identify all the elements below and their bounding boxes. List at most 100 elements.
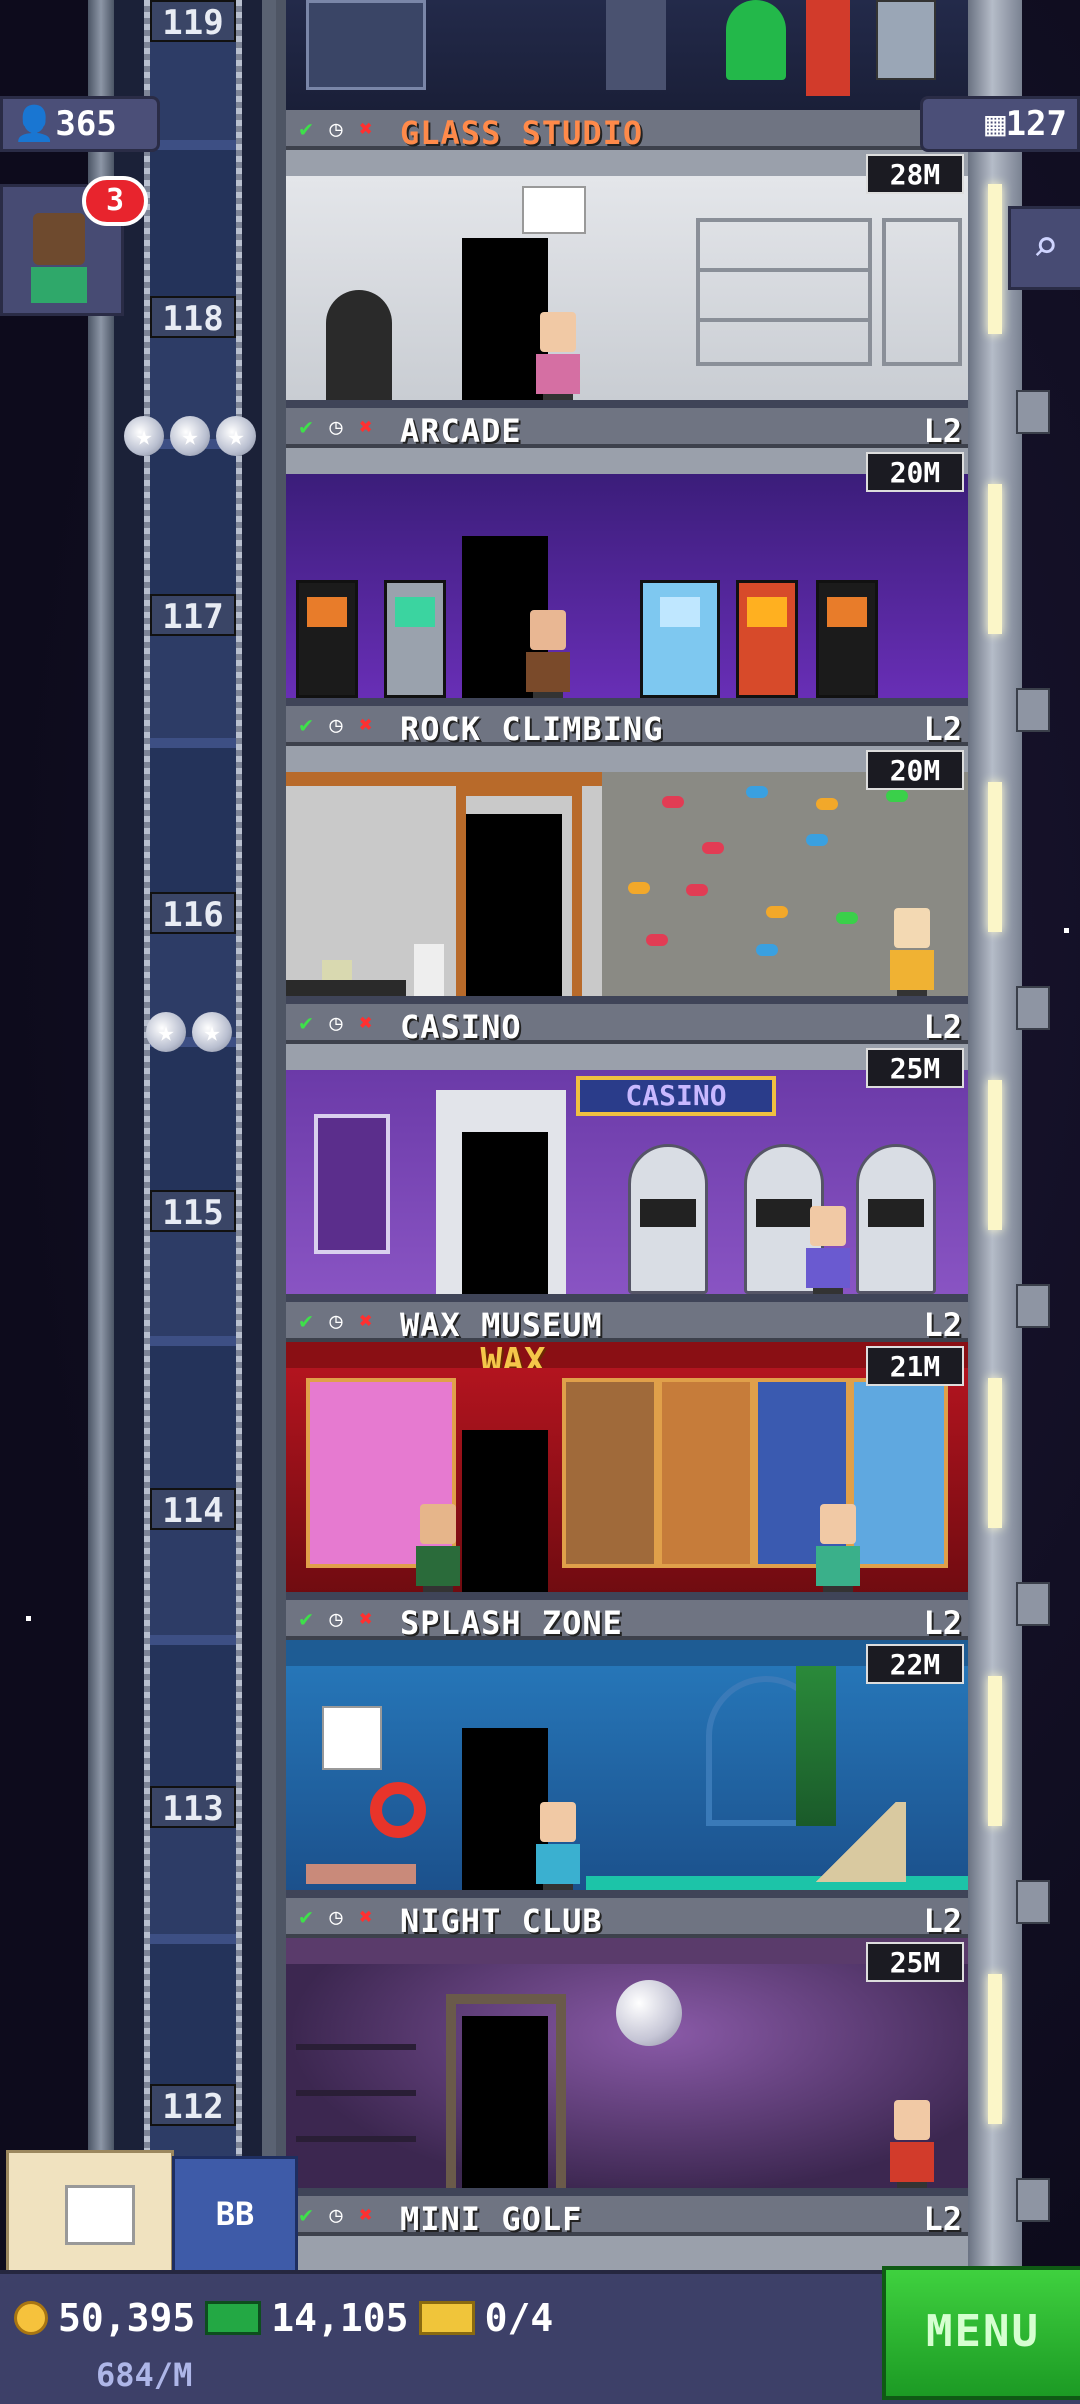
person-swimmer[interactable] — [536, 1802, 580, 1894]
floor-night-club[interactable]: ✔ ◷ ✖ NIGHT CLUB L2 25M — [286, 1898, 968, 2196]
floor-title-bar: ✔ ◷ ✖ SPLASH ZONE L2 — [286, 1600, 968, 1642]
wall-bracket — [1016, 1284, 1050, 1328]
person-visitor[interactable] — [816, 1504, 860, 1596]
person-climber[interactable] — [890, 908, 934, 1000]
floor-room[interactable] — [286, 1368, 968, 1600]
floor-room[interactable] — [286, 1666, 968, 1898]
floor-wax-museum[interactable]: ✔ ◷ ✖ WAX MUSEUM L2 WAX 21M — [286, 1302, 968, 1600]
floor-timer: 22M — [866, 1644, 964, 1684]
floor-level: L2 — [923, 1902, 962, 1940]
close-icon[interactable]: ✖ — [352, 712, 380, 740]
clock-icon[interactable]: ◷ — [322, 1010, 350, 1038]
check-icon[interactable]: ✔ — [292, 414, 320, 442]
slot-machine — [856, 1144, 936, 1294]
check-icon[interactable]: ✔ — [292, 712, 320, 740]
floor-star-rating: ★ ★ ★ — [124, 416, 256, 456]
wax-exhibit — [850, 1378, 948, 1568]
glass-shelf — [882, 218, 962, 366]
clock-icon[interactable]: ◷ — [322, 1308, 350, 1336]
clock-icon[interactable]: ◷ — [322, 1904, 350, 1932]
coin-balance[interactable]: 50,395 — [58, 2296, 195, 2340]
inventory-card[interactable] — [6, 2150, 174, 2280]
check-icon[interactable]: ✔ — [292, 1308, 320, 1336]
floor-name: NIGHT CLUB — [400, 1902, 603, 1940]
bux-balance[interactable]: 14,105 — [271, 2296, 408, 2340]
climbing-hold — [806, 834, 828, 846]
close-icon[interactable]: ✖ — [352, 1308, 380, 1336]
menu-button[interactable]: MENU — [882, 2266, 1080, 2400]
floor-arcade[interactable]: ✔ ◷ ✖ ARCADE L2 20M — [286, 408, 968, 706]
climbing-hold — [646, 934, 668, 946]
floor-name: GLASS STUDIO — [400, 114, 644, 152]
star-icon: ★ — [170, 416, 210, 456]
person-visitor[interactable] — [526, 610, 570, 702]
clock-icon[interactable]: ◷ — [322, 414, 350, 442]
person-dancer[interactable] — [890, 2100, 934, 2192]
floor-room[interactable] — [286, 1964, 968, 2196]
check-icon[interactable]: ✔ — [292, 1010, 320, 1038]
close-icon[interactable]: ✖ — [352, 2202, 380, 2230]
floor-number-114: 114 — [150, 1488, 236, 1531]
floor-timer: 21M — [866, 1346, 964, 1386]
bitbook-button[interactable]: BB — [172, 2156, 298, 2276]
population-counter[interactable]: 👤365 — [0, 96, 160, 152]
avatar — [33, 213, 85, 265]
close-icon[interactable]: ✖ — [352, 1606, 380, 1634]
clock-icon[interactable]: ◷ — [322, 712, 350, 740]
floor-room[interactable] — [286, 772, 968, 1004]
search-icon: ⌕ — [1032, 221, 1059, 272]
floor-room-partial[interactable] — [286, 0, 968, 110]
floor-casino[interactable]: ✔ ◷ ✖ CASINO L2 CASINO 25M — [286, 1004, 968, 1302]
floor-room[interactable] — [286, 176, 968, 408]
kiln — [326, 290, 392, 408]
cashier-booth — [314, 1114, 390, 1254]
floor-number-117: 117 — [150, 594, 236, 637]
floor-level: L2 — [923, 1008, 962, 1046]
search-button[interactable]: ⌕ — [1008, 206, 1080, 290]
coin-rate: 684/M — [96, 2356, 193, 2394]
clock-icon[interactable]: ◷ — [322, 2202, 350, 2230]
person-worker[interactable] — [536, 312, 580, 404]
star-icon: ★ — [216, 416, 256, 456]
floor-splash-zone[interactable]: ✔ ◷ ✖ SPLASH ZONE L2 22M — [286, 1600, 968, 1898]
floor-divider — [286, 996, 968, 1004]
arcade-machine — [384, 580, 446, 698]
wall-light — [988, 782, 1002, 932]
check-icon[interactable]: ✔ — [292, 1606, 320, 1634]
check-icon[interactable]: ✔ — [292, 116, 320, 144]
close-icon[interactable]: ✖ — [352, 116, 380, 144]
clock-icon[interactable]: ◷ — [322, 116, 350, 144]
close-icon[interactable]: ✖ — [352, 1010, 380, 1038]
arcade-machine — [296, 580, 358, 698]
floor-number-118: 118 — [150, 296, 236, 339]
quick-actions: BB — [0, 2150, 298, 2280]
person-visitor[interactable] — [416, 1504, 460, 1596]
check-icon[interactable]: ✔ — [292, 1904, 320, 1932]
close-icon[interactable]: ✖ — [352, 414, 380, 442]
population-value: 365 — [55, 104, 117, 144]
floor-title-bar: ✔ ◷ ✖ WAX MUSEUM L2 — [286, 1302, 968, 1344]
wax-exhibit — [562, 1378, 658, 1568]
close-icon[interactable]: ✖ — [352, 1904, 380, 1932]
building-icon: ▦ — [985, 104, 1006, 144]
claw-machine — [640, 580, 720, 698]
floor-title-bar: ✔ ◷ ✖ ARCADE L2 — [286, 408, 968, 450]
floor-room[interactable]: CASINO — [286, 1070, 968, 1302]
ticket-count[interactable]: 0/4 — [485, 2296, 554, 2340]
floor-count[interactable]: ▦127 — [920, 96, 1080, 152]
life-ring — [370, 1782, 426, 1838]
climbing-hold — [746, 786, 768, 798]
floor-room[interactable] — [286, 474, 968, 706]
floor-number-115: 115 — [150, 1190, 236, 1233]
floor-glass-studio[interactable]: ✔ ◷ ✖ GLASS STUDIO 28M — [286, 110, 968, 408]
floor-mini-golf[interactable]: ✔ ◷ ✖ MINI GOLF L2 — [286, 2196, 968, 2270]
person-hero — [806, 0, 850, 96]
clock-icon[interactable]: ◷ — [322, 1606, 350, 1634]
elevator-cable — [236, 0, 242, 2200]
shaft-left-rail — [88, 0, 114, 2200]
person-gambler[interactable] — [806, 1206, 850, 1298]
floor-level: L2 — [923, 1604, 962, 1642]
box-icon — [65, 2185, 135, 2245]
floor-rock-climbing[interactable]: ✔ ◷ ✖ ROCK CLIMBING L2 20M — [286, 706, 968, 1004]
wall-light — [988, 1974, 1002, 2124]
